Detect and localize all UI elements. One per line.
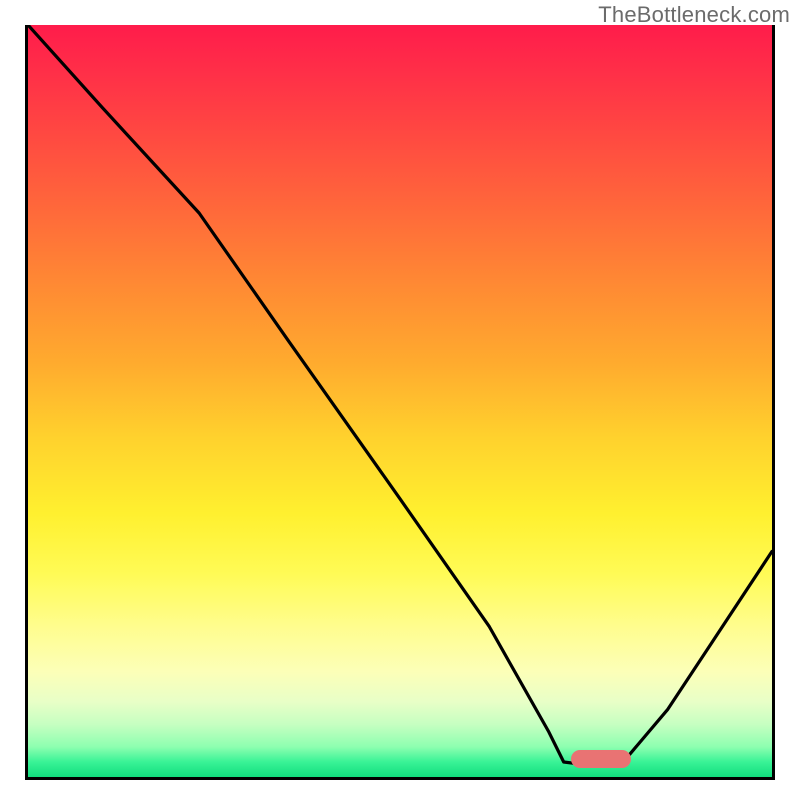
chart-frame: TheBottleneck.com [0, 0, 800, 800]
optimal-range-marker [571, 750, 631, 768]
watermark-text: TheBottleneck.com [598, 2, 790, 28]
bottleneck-curve [28, 25, 772, 777]
plot-area [25, 25, 775, 780]
